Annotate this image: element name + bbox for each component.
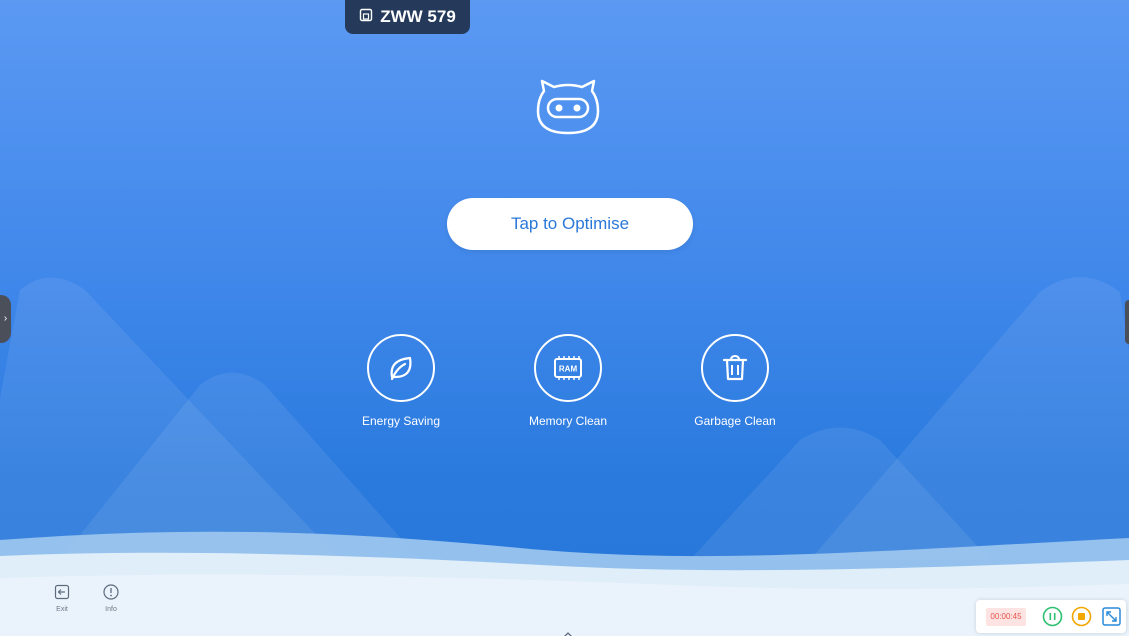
recording-timer: 00:00:45 bbox=[986, 608, 1026, 626]
exit-label: Exit bbox=[56, 606, 68, 613]
exit-button[interactable]: Exit bbox=[47, 584, 77, 613]
garbage-clean-button[interactable]: Garbage Clean bbox=[685, 334, 785, 428]
pause-icon[interactable] bbox=[1042, 606, 1063, 627]
expand-icon[interactable] bbox=[1101, 606, 1122, 627]
left-drawer-handle[interactable]: › bbox=[0, 295, 11, 343]
info-label: Info bbox=[105, 606, 117, 613]
right-drawer-handle[interactable] bbox=[1125, 300, 1129, 344]
leaf-icon bbox=[367, 334, 435, 402]
info-button[interactable]: Info bbox=[96, 584, 126, 613]
stop-icon[interactable] bbox=[1071, 606, 1092, 627]
trash-icon bbox=[701, 334, 769, 402]
robot-mascot-icon bbox=[536, 77, 600, 137]
memory-clean-button[interactable]: RAM Memory Clean bbox=[518, 334, 618, 428]
memory-clean-label: Memory Clean bbox=[528, 414, 608, 428]
exit-icon bbox=[47, 584, 77, 600]
screen-share-icon bbox=[359, 7, 373, 27]
device-badge: ZWW 579 bbox=[345, 0, 470, 34]
garbage-clean-label: Garbage Clean bbox=[694, 414, 776, 428]
screen-recorder-panel: 00:00:45 bbox=[976, 600, 1126, 633]
energy-saving-button[interactable]: Energy Saving bbox=[351, 334, 451, 428]
svg-text:RAM: RAM bbox=[559, 365, 578, 374]
energy-saving-label: Energy Saving bbox=[361, 414, 441, 428]
optimizer-screen: › ZWW 579 Tap to Optimise Energy Saving … bbox=[0, 0, 1129, 636]
ram-chip-icon: RAM bbox=[534, 334, 602, 402]
device-name: ZWW 579 bbox=[380, 7, 456, 26]
tap-to-optimise-button[interactable]: Tap to Optimise bbox=[447, 198, 693, 250]
info-icon bbox=[96, 584, 126, 600]
home-bar-icon[interactable] bbox=[560, 628, 576, 636]
